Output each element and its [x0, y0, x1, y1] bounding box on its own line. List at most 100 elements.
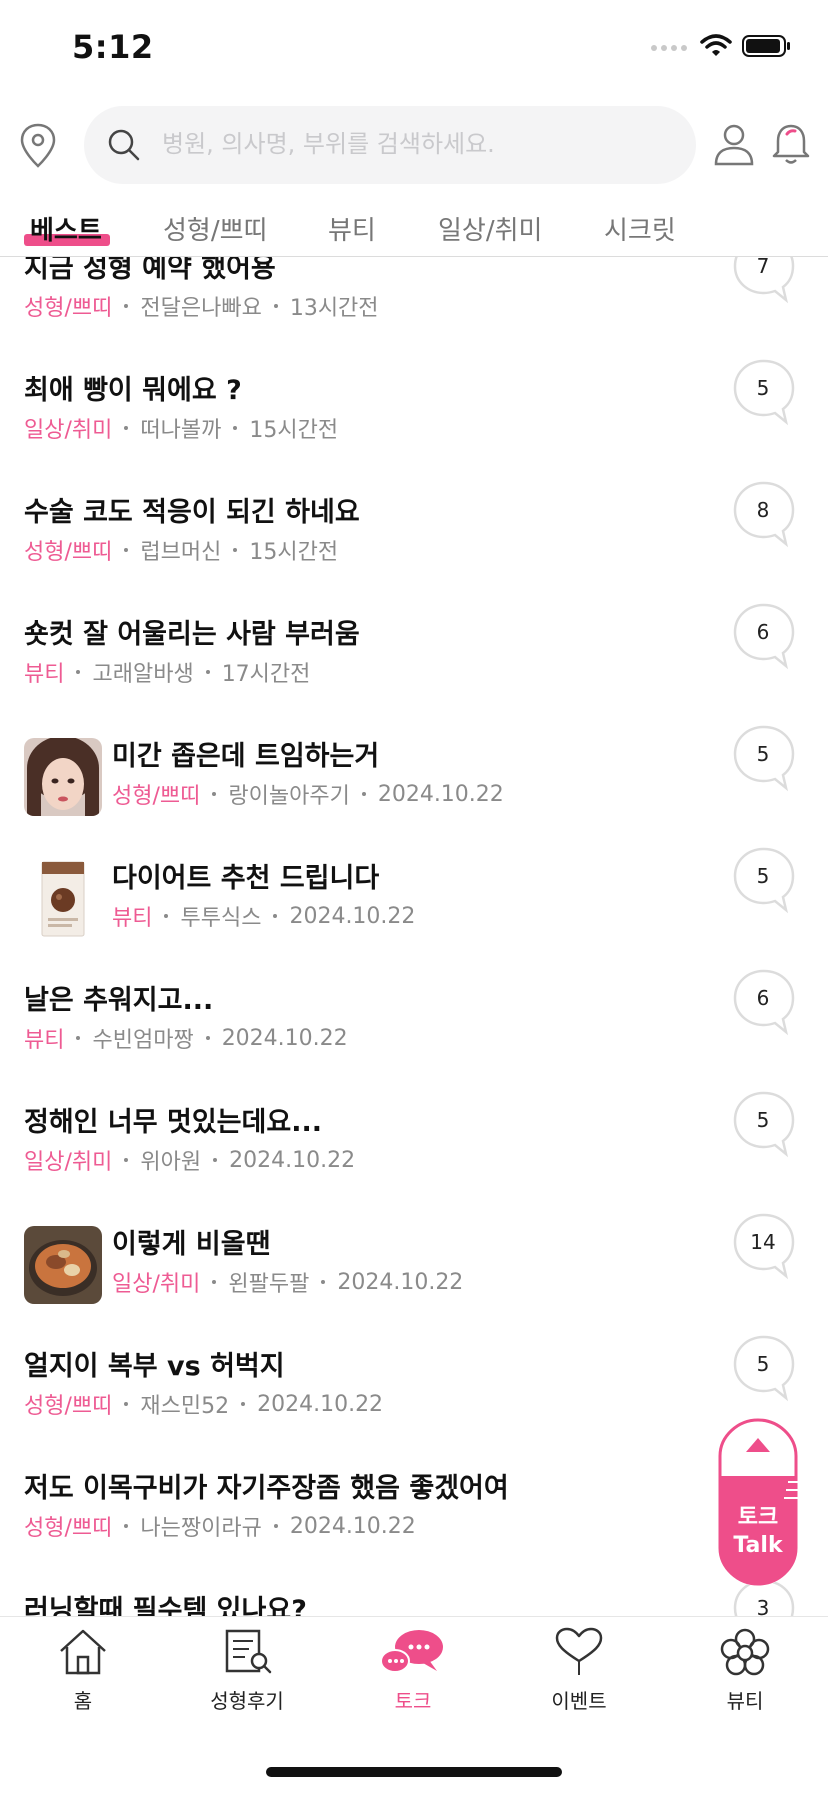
post-category: 일상/취미 — [112, 1272, 201, 1297]
post-row[interactable]: 미간 좁은데 트임하는거 성형/쁘띠 랑이놀아주기 2024.10.22 5 — [0, 725, 828, 850]
post-title: 숏컷 잘 어울리는 사람 부러움 — [24, 619, 360, 650]
post-row[interactable]: 러닝할때 필수템 있나요? 3 — [0, 1579, 828, 1616]
post-thumbnail — [24, 860, 102, 938]
post-time: 17시간전 — [221, 662, 311, 687]
talk-fab-graphic: 토크 Talk — [718, 1418, 798, 1586]
post-row[interactable]: 정해인 너무 멋있는데요... 일상/취미 위아원 2024.10.22 5 — [0, 1091, 828, 1216]
nav-events[interactable]: 이벤트 — [514, 1627, 644, 1714]
nav-beauty[interactable]: 뷰티 — [680, 1627, 810, 1714]
post-author: 수빈엄마짱 — [92, 1028, 194, 1053]
nav-talk-label: 토크 — [394, 1689, 432, 1713]
post-row[interactable]: 얼지이 복부 vs 허벅지 성형/쁘띠 재스민52 2024.10.22 5 — [0, 1335, 828, 1460]
post-title: 다이어트 추천 드립니다 — [112, 863, 380, 894]
post-row[interactable]: 날은 추워지고... 뷰티 수빈엄마짱 2024.10.22 6 — [0, 969, 828, 1094]
post-row[interactable]: 다이어트 추천 드립니다 뷰티 투투식스 2024.10.22 5 — [0, 847, 828, 972]
search-header — [0, 104, 828, 184]
post-meta: 성형/쁘띠 전달은나빠요 13시간전 — [24, 290, 379, 322]
post-time: 2024.10.22 — [289, 903, 416, 929]
post-time: 15시간전 — [249, 540, 339, 565]
post-category: 뷰티 — [24, 1028, 65, 1053]
comment-count: 5 — [756, 376, 770, 400]
search-box[interactable] — [84, 106, 696, 184]
nav-talk[interactable]: 토크 — [348, 1627, 478, 1714]
fab-label-2: Talk — [733, 1533, 784, 1558]
flower-icon — [720, 1628, 770, 1676]
tab-plastic-petit[interactable]: 성형/쁘띠 — [163, 210, 267, 247]
post-row[interactable]: 수술 코도 적응이 되긴 하네요 성형/쁘띠 럽브머신 15시간전 8 — [0, 481, 828, 606]
post-title: 최애 빵이 뭐에요 ? — [24, 375, 242, 406]
search-input[interactable] — [162, 124, 662, 164]
post-author: 럽브머신 — [140, 540, 222, 565]
post-meta: 일상/취미 왼팔두팔 2024.10.22 — [112, 1266, 463, 1298]
post-time: 2024.10.22 — [221, 1025, 348, 1051]
comment-count: 7 — [756, 256, 770, 278]
bell-icon[interactable] — [770, 122, 812, 166]
comment-count: 3 — [756, 1596, 770, 1616]
location-pin-icon[interactable] — [18, 122, 58, 170]
post-row[interactable]: 저도 이목구비가 자기주장좀 했음 좋겠어여 성형/쁘띠 나는짱이라규 2024… — [0, 1457, 828, 1582]
user-icon[interactable] — [712, 122, 756, 166]
nav-home[interactable]: 홈 — [18, 1627, 148, 1714]
post-row[interactable]: 숏컷 잘 어울리는 사람 부러움 뷰티 고래알바생 17시간전 6 — [0, 603, 828, 728]
nav-beauty-label: 뷰티 — [726, 1689, 764, 1713]
post-category: 성형/쁘띠 — [24, 1516, 113, 1541]
tab-daily-hobby[interactable]: 일상/취미 — [438, 210, 542, 247]
category-tabs: 베스트 성형/쁘띠 뷰티 일상/취미 시크릿 — [0, 196, 828, 257]
post-title: 얼지이 복부 vs 허벅지 — [24, 1351, 285, 1382]
post-author: 왼팔두팔 — [228, 1272, 310, 1297]
post-title: 이렇게 비올땐 — [112, 1229, 271, 1260]
nav-reviews-label: 성형후기 — [210, 1689, 284, 1713]
home-indicator — [266, 1767, 562, 1777]
post-row[interactable]: 최애 빵이 뭐에요 ? 일상/취미 떠나볼까 15시간전 5 — [0, 359, 828, 484]
post-category: 일상/취미 — [24, 418, 113, 443]
food-photo-image — [24, 1226, 102, 1304]
post-time: 15시간전 — [249, 418, 339, 443]
post-author: 나는짱이라규 — [140, 1516, 262, 1541]
post-title: 저도 이목구비가 자기주장좀 했음 좋겠어여 — [24, 1473, 509, 1504]
review-icon — [225, 1629, 272, 1674]
product-photo-image — [24, 860, 102, 938]
post-category: 성형/쁘띠 — [24, 296, 113, 321]
post-category: 성형/쁘띠 — [24, 1394, 113, 1419]
post-category: 뷰티 — [112, 906, 153, 931]
comment-count: 5 — [756, 742, 770, 766]
nav-reviews[interactable]: 성형후기 — [182, 1627, 312, 1714]
comment-count: 6 — [756, 620, 770, 644]
post-author: 떠나볼까 — [140, 418, 222, 443]
comment-count: 5 — [756, 1108, 770, 1132]
post-time: 2024.10.22 — [289, 1513, 416, 1539]
post-time: 2024.10.22 — [229, 1147, 356, 1173]
fab-label-1: 토크 — [738, 1505, 778, 1530]
post-list: 지금 성형 예약 했어용 성형/쁘띠 전달은나빠요 13시간전 7 최애 빵이 … — [0, 256, 828, 1616]
tab-best[interactable]: 베스트 — [30, 210, 102, 247]
post-time: 2024.10.22 — [377, 781, 504, 807]
comment-count: 8 — [756, 498, 770, 522]
status-bar: 5:12 — [0, 0, 828, 100]
post-meta: 성형/쁘띠 재스민52 2024.10.22 — [24, 1388, 383, 1420]
tab-beauty[interactable]: 뷰티 — [328, 210, 376, 247]
post-meta: 성형/쁘띠 랑이놀아주기 2024.10.22 — [112, 778, 504, 810]
post-category: 일상/취미 — [24, 1150, 113, 1175]
post-meta: 일상/취미 위아원 2024.10.22 — [24, 1144, 355, 1176]
wifi-icon — [700, 34, 732, 56]
status-time: 5:12 — [72, 28, 154, 66]
post-author: 재스민52 — [140, 1394, 230, 1419]
status-icons — [650, 34, 792, 58]
post-category: 뷰티 — [24, 662, 65, 687]
post-title: 정해인 너무 멋있는데요... — [24, 1107, 322, 1138]
post-category: 성형/쁘띠 — [112, 784, 201, 809]
post-time: 2024.10.22 — [257, 1391, 384, 1417]
talk-fab-button[interactable]: 토크 Talk — [718, 1418, 798, 1586]
post-row[interactable]: 이렇게 비올땐 일상/취미 왼팔두팔 2024.10.22 14 — [0, 1213, 828, 1338]
nav-home-label: 홈 — [73, 1689, 93, 1713]
battery-icon — [742, 35, 790, 57]
search-icon — [108, 129, 140, 161]
tab-secret[interactable]: 시크릿 — [604, 210, 676, 247]
post-meta: 성형/쁘띠 나는짱이라규 2024.10.22 — [24, 1510, 416, 1542]
comment-count: 5 — [756, 864, 770, 888]
post-title: 날은 추워지고... — [24, 985, 214, 1016]
comment-count: 5 — [756, 1352, 770, 1376]
bottom-nav: 홈 성형후기 토크 이벤트 뷰티 — [0, 1616, 828, 1793]
post-title: 수술 코도 적응이 되긴 하네요 — [24, 497, 360, 528]
post-row[interactable]: 지금 성형 예약 했어용 성형/쁘띠 전달은나빠요 13시간전 7 — [0, 256, 828, 362]
